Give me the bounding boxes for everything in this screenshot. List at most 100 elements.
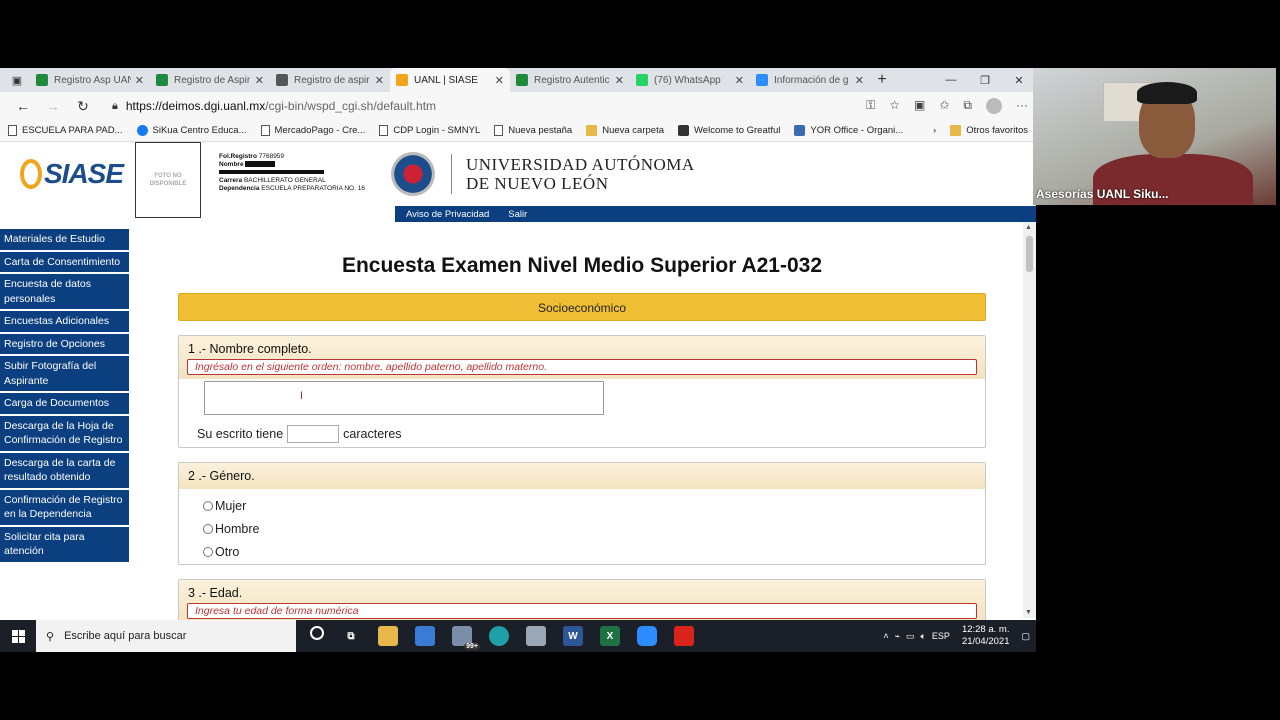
tab-actions-icon[interactable]: ▣ bbox=[4, 74, 30, 87]
url-field[interactable]: 🔒︎ https://deimos.dgi.uanl.mx/cgi-bin/ws… bbox=[106, 95, 858, 117]
siase-header: SIASE FOTO NO DISPONIBLE Fol.Registro 77… bbox=[0, 142, 1036, 218]
tab-bar: ▣ Registro Asp UAN ✕ Registro de Aspir ✕ Reg… bbox=[0, 68, 1036, 92]
full-name-input[interactable] bbox=[204, 381, 604, 415]
chevron-right-icon[interactable]: › bbox=[933, 125, 936, 136]
logout-link[interactable]: Salir bbox=[508, 209, 527, 220]
bookmark-folder-icon bbox=[586, 125, 598, 136]
scrollbar-thumb[interactable] bbox=[1026, 236, 1033, 272]
bookmark-item[interactable]: Nueva carpeta bbox=[586, 125, 664, 136]
edge-icon[interactable] bbox=[489, 626, 509, 646]
lock-icon: 🔒︎ bbox=[112, 99, 118, 112]
browser-tab[interactable]: Registro Autentic ✕ bbox=[510, 68, 630, 92]
close-window-icon[interactable]: ✕ bbox=[1002, 74, 1036, 87]
sidebar-item[interactable]: Encuestas Adicionales bbox=[0, 311, 129, 332]
browser-tab[interactable]: (76) WhatsApp ✕ bbox=[630, 68, 750, 92]
sidebar-item[interactable]: Solicitar cita para atención bbox=[0, 526, 129, 562]
tab-close-icon[interactable]: ✕ bbox=[255, 74, 264, 87]
gender-option[interactable]: Otro bbox=[203, 543, 967, 560]
zoom-icon[interactable] bbox=[637, 626, 657, 646]
excel-icon[interactable]: X bbox=[600, 626, 620, 646]
key-icon[interactable]: ⚿ bbox=[866, 98, 875, 114]
network-icon[interactable]: ⌁ bbox=[895, 631, 900, 642]
sidebar-item[interactable]: Materiales de Estudio bbox=[0, 229, 129, 250]
favorites-icon[interactable]: ✩ bbox=[939, 98, 949, 114]
start-button[interactable] bbox=[0, 629, 36, 643]
word-icon[interactable]: W bbox=[563, 626, 583, 646]
bookmark-item[interactable]: YOR Office - Organi... bbox=[794, 125, 903, 136]
notification-icon[interactable]: ▢ bbox=[1021, 631, 1030, 642]
bookmark-page-icon bbox=[379, 125, 389, 136]
tab-close-icon[interactable]: ✕ bbox=[495, 74, 504, 87]
radio-button[interactable] bbox=[203, 523, 213, 534]
bookmark-item[interactable]: CDP Login - SMNYL bbox=[379, 125, 480, 136]
clock[interactable]: 12:28 a. m. 21/04/2021 bbox=[962, 624, 1010, 648]
bookmark-page-icon bbox=[8, 125, 17, 136]
radio-button[interactable] bbox=[203, 546, 213, 557]
tab-close-icon[interactable]: ✕ bbox=[615, 74, 624, 87]
bookmark-item[interactable]: MercadoPago - Cre... bbox=[260, 125, 365, 136]
sidebar-item[interactable]: Encuesta de datos personales bbox=[0, 274, 129, 309]
sidebar-item[interactable]: Carga de Documentos bbox=[0, 393, 129, 414]
forward-icon[interactable]: → bbox=[38, 98, 68, 114]
tab-close-icon[interactable]: ✕ bbox=[135, 74, 144, 87]
bookmark-item[interactable]: SiKua Centro Educa... bbox=[136, 125, 247, 136]
extension-icon[interactable]: ▣ bbox=[914, 98, 925, 114]
privacy-link[interactable]: Aviso de Privacidad bbox=[406, 209, 489, 220]
browser-tab[interactable]: Información de g ✕ bbox=[750, 68, 870, 92]
other-favorites[interactable]: Otros favoritos bbox=[950, 125, 1028, 136]
refresh-icon[interactable]: ↻ bbox=[68, 98, 98, 115]
language-indicator[interactable]: ESP bbox=[932, 631, 950, 641]
bookmark-fb-icon bbox=[136, 125, 148, 136]
more-menu-icon[interactable]: ··· bbox=[1016, 98, 1028, 114]
page-scrollbar[interactable]: ▲ ▼ bbox=[1023, 222, 1036, 618]
sidebar-item[interactable]: Confirmación de Registro en la Dependenc… bbox=[0, 489, 129, 525]
gender-option[interactable]: Mujer bbox=[203, 497, 967, 514]
browser-tab[interactable]: Registro Asp UAN ✕ bbox=[30, 68, 150, 92]
sidebar-item[interactable]: Descarga de la carta de resultado obteni… bbox=[0, 452, 129, 488]
battery-icon[interactable]: ▭ bbox=[906, 631, 915, 642]
browser-tab[interactable]: Registro de Aspir ✕ bbox=[150, 68, 270, 92]
sidebar-item[interactable]: Descarga de la Hoja de Confirmación de R… bbox=[0, 415, 129, 451]
tab-favicon-icon bbox=[396, 74, 408, 86]
bookmark-item[interactable]: Welcome to Greatful bbox=[678, 125, 780, 136]
tab-close-icon[interactable]: ✕ bbox=[855, 74, 864, 87]
radio-button[interactable] bbox=[203, 500, 213, 511]
sidebar-item[interactable]: Subir Fotografía del Aspirante bbox=[0, 356, 129, 391]
cortana-icon[interactable] bbox=[310, 626, 324, 640]
restore-icon[interactable]: ❐ bbox=[968, 74, 1002, 87]
gender-option[interactable]: Hombre bbox=[203, 520, 967, 537]
minimize-icon[interactable]: — bbox=[934, 74, 968, 87]
store-icon[interactable] bbox=[415, 626, 435, 646]
bookmark-page-icon bbox=[494, 125, 504, 136]
presenter-name: Asesorías UANL Siku... bbox=[1036, 187, 1169, 201]
acrobat-icon[interactable] bbox=[674, 626, 694, 646]
bookmark-item[interactable]: ESCUELA PARA PAD... bbox=[8, 125, 123, 136]
taskbar-search[interactable]: ⚲ Escribe aquí para buscar bbox=[36, 620, 296, 652]
bookmark-item[interactable]: Nueva pestaña bbox=[494, 125, 572, 136]
sidebar-item[interactable]: Carta de Consentimiento bbox=[0, 251, 129, 272]
back-icon[interactable]: ← bbox=[8, 98, 38, 114]
question-2-label: 2 .- Género. bbox=[188, 469, 255, 483]
browser-tab[interactable]: Registro de aspir ✕ bbox=[270, 68, 390, 92]
address-bar-row: ← → ↻ 🔒︎ https://deimos.dgi.uanl.mx/cgi-… bbox=[0, 92, 1036, 120]
siase-logo[interactable]: SIASE bbox=[0, 158, 140, 190]
windows-taskbar: ⚲ Escribe aquí para buscar ⧉ 99+ W X ˄ ⌁… bbox=[0, 620, 1036, 652]
collections-icon[interactable]: ⧉ bbox=[963, 98, 972, 114]
browser-tab[interactable]: UANL | SIASE ✕ bbox=[390, 68, 510, 92]
task-view-icon[interactable]: ⧉ bbox=[341, 626, 361, 646]
favorite-star-icon[interactable]: ☆ bbox=[889, 98, 900, 114]
profile-avatar[interactable] bbox=[986, 98, 1002, 114]
new-tab-button[interactable]: + bbox=[870, 71, 894, 89]
text-cursor-icon: I bbox=[300, 390, 304, 402]
siase-logo-icon bbox=[20, 159, 42, 189]
sidebar-item[interactable]: Registro de Opciones bbox=[0, 333, 129, 354]
network-app-icon[interactable] bbox=[526, 626, 546, 646]
chevron-up-icon[interactable]: ˄ bbox=[883, 631, 888, 641]
survey-main: Encuesta Examen Nivel Medio Superior A21… bbox=[129, 222, 1036, 624]
tab-close-icon[interactable]: ✕ bbox=[375, 74, 384, 87]
tab-close-icon[interactable]: ✕ bbox=[735, 74, 744, 87]
window-controls: — ❐ ✕ bbox=[934, 74, 1036, 87]
volume-icon[interactable]: 🔈︎ bbox=[921, 631, 926, 642]
file-explorer-icon[interactable] bbox=[378, 626, 398, 646]
mail-icon[interactable]: 99+ bbox=[452, 626, 480, 650]
